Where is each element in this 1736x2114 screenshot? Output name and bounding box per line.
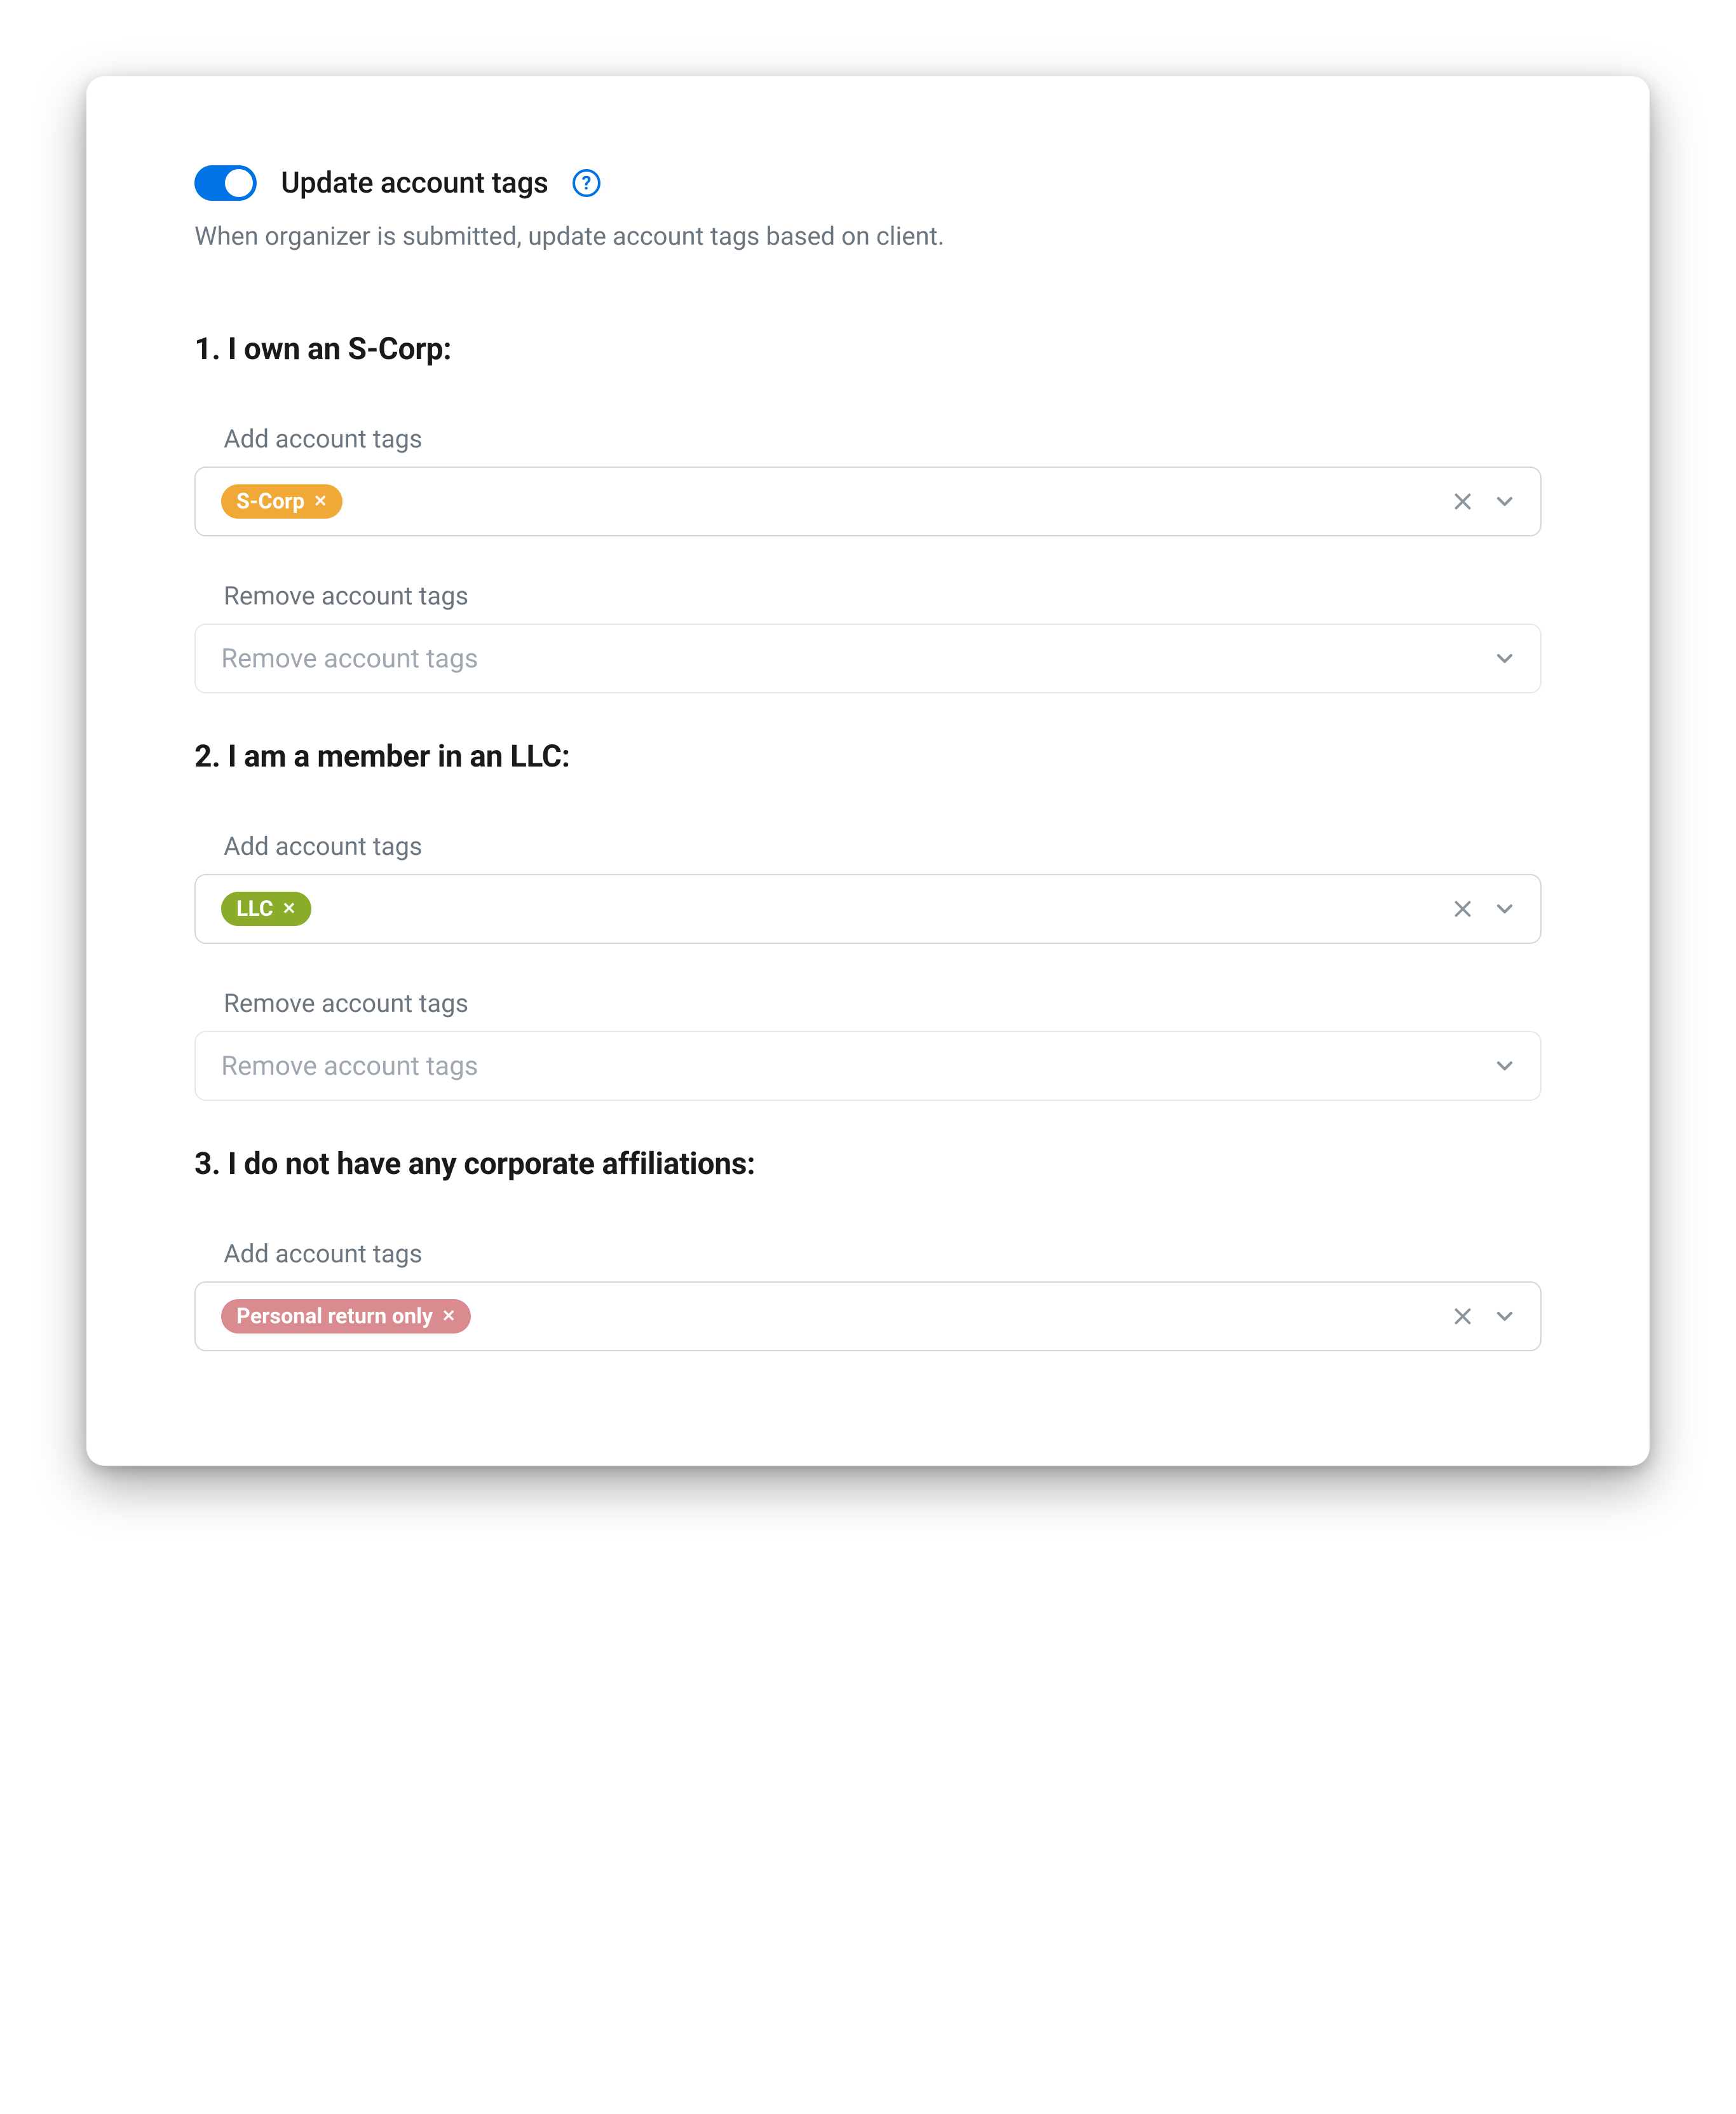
remove-tag-icon[interactable]: ✕ — [282, 901, 296, 917]
header-title: Update account tags — [281, 166, 548, 200]
chevron-down-icon[interactable] — [1489, 1301, 1520, 1332]
field-label-remove: Remove account tags — [194, 988, 1542, 1018]
chevron-down-icon[interactable] — [1489, 1051, 1520, 1081]
field-label-add: Add account tags — [194, 1239, 1542, 1269]
tag-chip-label: S-Corp — [236, 491, 304, 512]
field-label-add: Add account tags — [194, 424, 1542, 454]
clear-icon[interactable] — [1448, 1301, 1478, 1332]
add-tags-field: Add account tags LLC ✕ — [194, 831, 1542, 944]
placeholder-text: Remove account tags — [221, 643, 478, 674]
section: 1. I own an S-Corp: Add account tags S-C… — [194, 331, 1542, 693]
add-tags-select[interactable]: Personal return only ✕ — [194, 1281, 1542, 1351]
tag-chip: S-Corp ✕ — [221, 484, 342, 519]
help-icon[interactable]: ? — [573, 169, 600, 197]
section: 3. I do not have any corporate affiliati… — [194, 1145, 1542, 1351]
section-title: 1. I own an S-Corp: — [194, 331, 1542, 367]
remove-tags-select[interactable]: Remove account tags — [194, 1031, 1542, 1101]
field-label-add: Add account tags — [194, 831, 1542, 861]
header-row: Update account tags ? — [194, 165, 1542, 201]
tag-chip-label: LLC — [236, 898, 273, 920]
tag-chip: Personal return only ✕ — [221, 1299, 471, 1333]
placeholder-text: Remove account tags — [221, 1051, 478, 1082]
remove-tags-field: Remove account tags Remove account tags — [194, 581, 1542, 693]
update-tags-toggle[interactable] — [194, 165, 257, 201]
clear-icon[interactable] — [1448, 894, 1478, 924]
add-tags-field: Add account tags Personal return only ✕ — [194, 1239, 1542, 1351]
chevron-down-icon[interactable] — [1489, 486, 1520, 517]
section-title: 3. I do not have any corporate affiliati… — [194, 1145, 1542, 1182]
tag-chip: LLC ✕ — [221, 892, 311, 926]
add-tags-select[interactable]: LLC ✕ — [194, 874, 1542, 944]
toggle-knob — [225, 169, 253, 197]
add-tags-field: Add account tags S-Corp ✕ — [194, 424, 1542, 536]
settings-card: Update account tags ? When organizer is … — [86, 76, 1650, 1466]
remove-tags-select[interactable]: Remove account tags — [194, 624, 1542, 693]
add-tags-select[interactable]: S-Corp ✕ — [194, 467, 1542, 536]
header-subtitle: When organizer is submitted, update acco… — [194, 219, 1542, 254]
section-title: 2. I am a member in an LLC: — [194, 738, 1542, 774]
clear-icon[interactable] — [1448, 486, 1478, 517]
remove-tag-icon[interactable]: ✕ — [442, 1308, 456, 1325]
chevron-down-icon[interactable] — [1489, 894, 1520, 924]
section: 2. I am a member in an LLC: Add account … — [194, 738, 1542, 1101]
remove-tags-field: Remove account tags Remove account tags — [194, 988, 1542, 1101]
field-label-remove: Remove account tags — [194, 581, 1542, 611]
chevron-down-icon[interactable] — [1489, 643, 1520, 674]
tag-chip-label: Personal return only — [236, 1306, 433, 1327]
remove-tag-icon[interactable]: ✕ — [313, 493, 327, 510]
